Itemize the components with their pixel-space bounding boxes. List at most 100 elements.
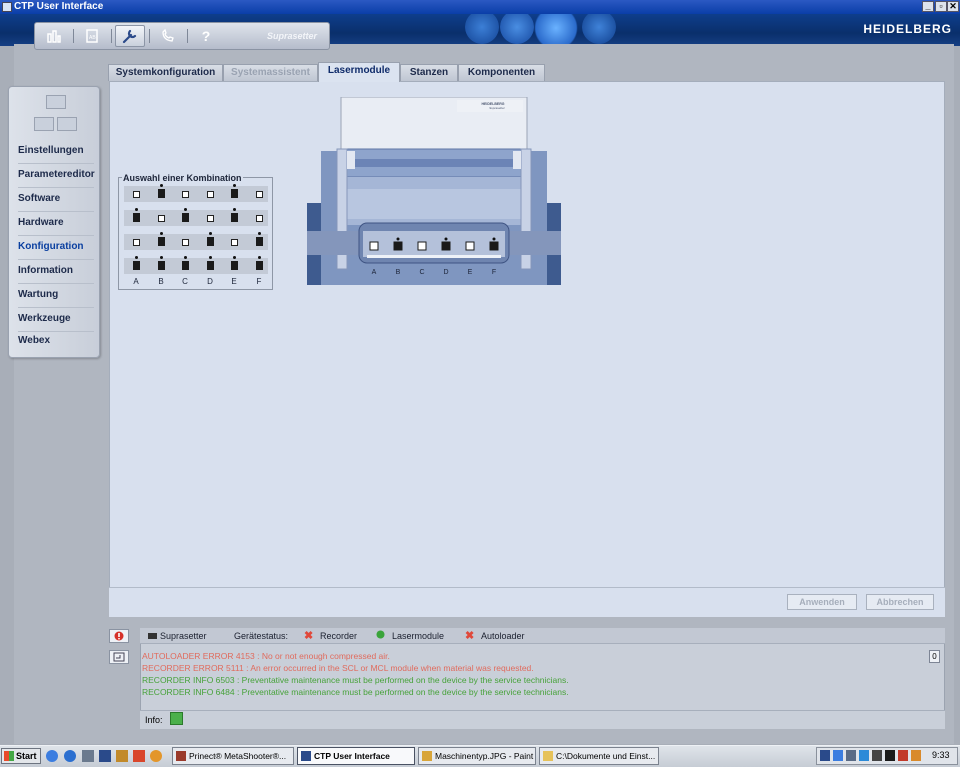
task-paint-icon: [422, 751, 432, 761]
decor-orb: [500, 14, 534, 44]
sidebar-item-hardware[interactable]: Hardware: [18, 212, 94, 236]
sidebar-item-wartung[interactable]: Wartung: [18, 284, 94, 308]
task-label: Maschinentyp.JPG - Paint: [435, 751, 534, 761]
combination-column-label: B: [158, 277, 164, 286]
svg-text:AB: AB: [89, 35, 96, 41]
product-name: Suprasetter: [266, 31, 317, 41]
module-active-icon: [256, 232, 263, 246]
tray-icon[interactable]: [885, 750, 895, 761]
tab-systemkonfiguration[interactable]: Systemkonfiguration: [108, 64, 223, 81]
laser-module-marker: [444, 237, 448, 241]
sidebar-item-parametereditor[interactable]: Parametereditor: [18, 164, 95, 188]
tray-icon[interactable]: [859, 750, 869, 761]
back-icon[interactable]: [46, 95, 66, 109]
module-empty-icon: [207, 191, 214, 198]
message-counter[interactable]: 0: [929, 650, 940, 663]
sidebar-item-werkzeuge[interactable]: Werkzeuge: [18, 308, 94, 332]
minimize-button[interactable]: _: [922, 1, 934, 12]
tray-icon[interactable]: [872, 750, 882, 761]
apply-button[interactable]: Anwenden: [787, 594, 857, 610]
window-title-bar[interactable]: CTP User Interface _ ▫ ✕: [0, 0, 960, 14]
sidebar: Einstellungen Parametereditor Software H…: [8, 86, 100, 358]
sidebar-item-einstellungen[interactable]: Einstellungen: [18, 140, 94, 164]
module-active-icon: [231, 184, 238, 198]
tray-icon[interactable]: [820, 750, 830, 761]
sidebar-item-konfiguration[interactable]: Konfiguration: [18, 236, 94, 260]
module-active-icon: [158, 184, 165, 198]
module-active-icon: [231, 208, 238, 222]
combination-column-label: C: [182, 277, 188, 286]
module-empty-icon: [207, 215, 214, 222]
printer-icon[interactable]: [82, 750, 94, 762]
task-label: Prinect® MetaShooter®...: [189, 751, 287, 761]
module-empty-icon: [158, 215, 165, 222]
browser-icon[interactable]: [46, 750, 58, 762]
task-ctp-user-interface[interactable]: CTP User Interface: [297, 747, 415, 765]
close-button[interactable]: ✕: [947, 1, 959, 12]
laser-module-label: B: [396, 269, 401, 276]
help-icon: ?: [201, 28, 211, 44]
tray-icon[interactable]: [898, 750, 908, 761]
module-active-icon: [158, 256, 165, 270]
module-empty-icon: [133, 239, 140, 246]
cancel-button[interactable]: Abbrechen: [866, 594, 934, 610]
wrench-icon: [122, 29, 137, 44]
laser-module-label: F: [492, 269, 496, 276]
tray-icon[interactable]: [833, 750, 843, 761]
right-arrow-icon[interactable]: [57, 117, 77, 131]
device-status-label: Gerätestatus:: [234, 631, 289, 641]
laser-module-empty: [369, 241, 379, 251]
combination-row[interactable]: [124, 256, 268, 274]
tab-stanzen[interactable]: Stanzen: [400, 64, 458, 81]
combination-row[interactable]: [124, 208, 268, 226]
start-button[interactable]: Start: [1, 748, 41, 764]
error-indicator[interactable]: [109, 629, 129, 643]
media-quick-icon[interactable]: [133, 750, 145, 762]
status-lasermodule: Lasermodule: [392, 631, 445, 641]
app-quick-icon[interactable]: [99, 750, 111, 762]
folder-icon: [543, 751, 553, 761]
tools-button[interactable]: [115, 25, 145, 47]
tray-icon[interactable]: [911, 750, 921, 761]
laser-module-label: E: [468, 269, 473, 276]
restore-button[interactable]: ▫: [935, 1, 947, 12]
lasermodule-ok-icon: [376, 630, 385, 641]
info-label: Info:: [145, 715, 163, 725]
combination-row[interactable]: [124, 232, 268, 250]
combination-row[interactable]: [124, 184, 268, 202]
app-icon: [2, 2, 12, 12]
laser-module-installed: [441, 241, 451, 251]
laser-module-marker: [492, 237, 496, 241]
sidebar-item-webex[interactable]: Webex: [18, 330, 94, 354]
toolbar-separator: [149, 29, 150, 43]
task-metashooter[interactable]: Prinect® MetaShooter®...: [172, 747, 294, 765]
toolbar-separator: [187, 29, 188, 43]
window-title: CTP User Interface: [14, 1, 104, 12]
reset-indicator[interactable]: [109, 650, 129, 664]
sidebar-item-information[interactable]: Information: [18, 260, 94, 284]
firefox-icon[interactable]: [150, 750, 162, 762]
task-paint[interactable]: Maschinentyp.JPG - Paint: [418, 747, 536, 765]
service-button[interactable]: [153, 25, 183, 47]
left-arrow-icon[interactable]: [34, 117, 54, 131]
log-message: AUTOLOADER ERROR 4153 : No or not enough…: [142, 651, 390, 661]
start-label: Start: [16, 751, 37, 761]
statistics-button[interactable]: [39, 25, 69, 47]
info-refresh-icon[interactable]: [170, 712, 183, 725]
sidebar-item-software[interactable]: Software: [18, 188, 94, 212]
task-explorer[interactable]: C:\Dokumente und Einst...: [539, 747, 659, 765]
brand-logo: HEIDELBERG: [863, 22, 952, 36]
combination-column-label: F: [256, 277, 262, 286]
log-message: RECORDER INFO 6503 : Preventative mainte…: [142, 675, 569, 685]
tab-lasermodule[interactable]: Lasermodule: [318, 62, 400, 82]
module-active-icon: [182, 208, 189, 222]
laser-module-installed: [489, 241, 499, 251]
tray-icon[interactable]: [846, 750, 856, 761]
tab-komponenten[interactable]: Komponenten: [458, 64, 545, 81]
folder-quick-icon[interactable]: [116, 750, 128, 762]
jobs-button[interactable]: AB: [77, 25, 107, 47]
module-active-icon: [133, 256, 140, 270]
module-active-icon: [207, 232, 214, 246]
ie-icon[interactable]: [64, 750, 76, 762]
help-button[interactable]: ?: [191, 25, 221, 47]
